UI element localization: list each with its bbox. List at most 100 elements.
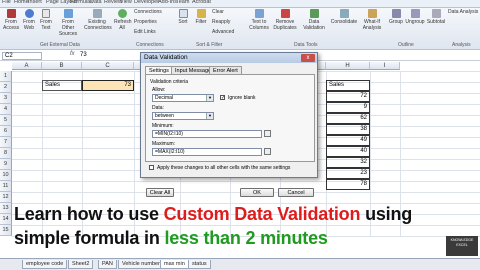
refresh-all-button[interactable]: Refresh All [114,9,132,31]
ribbon-tab[interactable]: Insert [28,0,42,5]
cell-b2[interactable]: Sales [42,80,82,91]
ribbon-tab[interactable]: Developer [134,0,159,5]
row-header[interactable]: 13 [0,203,12,214]
sales-value-cell[interactable]: 9 [326,102,370,113]
row-header[interactable]: 8 [0,148,12,159]
from-web-button[interactable]: From Web [22,9,36,31]
clear-filter-button[interactable]: Clear [212,9,224,15]
row-header[interactable]: 7 [0,137,12,148]
column-header[interactable]: B [42,62,82,70]
formula-input[interactable]: 73 [80,52,87,58]
cancel-button[interactable]: Cancel [278,188,314,197]
row-header[interactable]: 12 [0,192,12,203]
sort-button[interactable]: Sort [176,9,190,25]
close-button[interactable]: x [301,54,315,62]
data-analysis-button[interactable]: Data Analysis [448,9,480,15]
minimum-label: Minimum: [152,123,174,129]
column-header[interactable]: I [370,62,400,70]
subtotal-button[interactable]: Subtotal [426,9,446,25]
ignore-blank-checkbox[interactable]: ✓ [220,95,225,101]
from-text-button[interactable]: From Text [39,9,53,31]
range-picker-icon[interactable] [264,148,271,155]
ribbon-tab[interactable]: Team [176,0,189,5]
group-icon [391,9,401,18]
text-columns-icon [254,9,264,18]
ungroup-button[interactable]: Ungroup [405,9,425,25]
ok-button[interactable]: OK [240,188,274,197]
minimum-input[interactable]: =MIN(I2:I10) [152,130,262,138]
connections-link[interactable]: Connections [134,9,162,15]
group-label-data-tools: Data Tools [294,42,318,48]
properties-link[interactable]: Properties [134,19,157,25]
sheet-tab[interactable]: Vehicle number [118,260,164,269]
connection-icon [92,9,102,18]
data-select[interactable]: between ▼ [152,112,214,120]
remove-duplicates-button[interactable]: Remove Duplicates [272,9,298,31]
ribbon-tab[interactable]: Acrobat [192,0,211,5]
filter-icon [196,9,206,18]
row-header[interactable]: 14 [0,214,12,225]
row-header[interactable]: 9 [0,159,12,170]
what-if-icon [367,9,377,18]
sales-value-cell[interactable]: 38 [326,124,370,135]
maximum-input[interactable]: =MAX(I2:I10) [152,148,262,156]
fx-icon[interactable]: fx [70,51,75,57]
row-header[interactable]: 1 [0,71,12,82]
ignore-blank-label: Ignore blank [228,95,256,101]
name-box[interactable]: C2 [2,52,42,60]
column-header[interactable]: C [82,62,134,70]
text-to-columns-button[interactable]: Text to Columns [248,9,270,31]
data-validation-button[interactable]: Data Validation [300,9,328,31]
ribbon-tab[interactable]: Add-Ins [158,0,177,5]
row-header[interactable]: 5 [0,115,12,126]
data-validation-dialog: Data Validation x Settings Input Message… [140,52,318,178]
filter-button[interactable]: Filter [194,9,208,25]
group-button[interactable]: Group [388,9,404,25]
text-file-icon [42,9,50,18]
column-header[interactable]: H [326,62,370,70]
sales-value-cell[interactable]: 49 [326,135,370,146]
ribbon-tab[interactable]: File [2,0,11,5]
ribbon-tab[interactable]: View [120,0,132,5]
apply-all-checkbox[interactable] [149,165,154,170]
edit-links-link[interactable]: Edit Links [134,29,156,35]
ribbon-tab[interactable]: Home [14,0,29,5]
clear-all-button[interactable]: Clear All [146,188,174,197]
consolidate-button[interactable]: Consolidate [330,9,358,25]
row-header[interactable]: 4 [0,104,12,115]
sales-value-cell[interactable]: 62 [326,113,370,124]
sheet-tab[interactable]: PAN [98,260,117,269]
web-icon [24,9,34,18]
row-header[interactable]: 10 [0,170,12,181]
sheet-tab[interactable]: Sheet2 [68,260,94,269]
sales-value-cell[interactable]: 78 [326,179,370,190]
ribbon-tab[interactable]: Data [90,0,102,5]
sales-header-cell[interactable]: Sales [326,80,370,91]
from-access-button[interactable]: From Access [3,9,19,31]
existing-connections-button[interactable]: Existing Connections [84,9,112,31]
range-picker-icon[interactable] [264,130,271,137]
sales-value-cell[interactable]: 32 [326,157,370,168]
sort-icon [178,9,188,18]
allow-select[interactable]: Decimal ▼ [152,94,214,102]
advanced-button[interactable]: Advanced [212,29,234,35]
sales-value-cell[interactable]: 23 [326,168,370,179]
sheet-tab[interactable]: status [188,260,211,269]
group-label-sort-filter: Sort & Filter [196,42,223,48]
row-header[interactable]: 2 [0,82,12,93]
what-if-analysis-button[interactable]: What-If Analysis [360,9,384,31]
sales-value-cell[interactable]: 72 [326,91,370,102]
row-header[interactable]: 6 [0,126,12,137]
sheet-tab[interactable]: employee code [22,260,68,269]
reapply-button[interactable]: Reapply [212,19,230,25]
access-icon [6,9,16,18]
cell-c2[interactable]: 73 [82,80,134,91]
from-other-sources-button[interactable]: From Other Sources [56,9,80,37]
row-header[interactable]: 11 [0,181,12,192]
row-header[interactable]: 15 [0,225,12,236]
sheet-tab[interactable]: max min [160,260,189,269]
sales-value-cell[interactable]: 40 [326,146,370,157]
row-header[interactable]: 3 [0,93,12,104]
column-header[interactable]: A [12,62,42,70]
database-icon [63,9,73,18]
